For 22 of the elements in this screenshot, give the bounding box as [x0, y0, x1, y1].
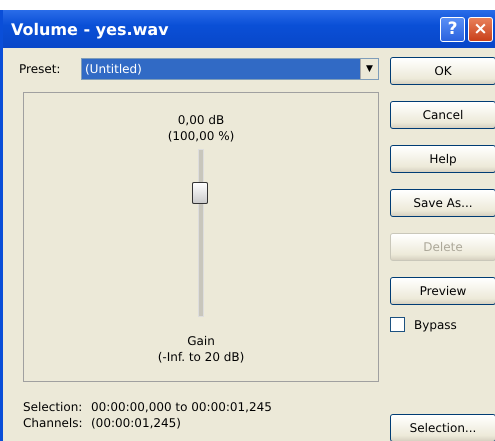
- status-value: (00:00:01,245): [91, 415, 181, 431]
- window-title: Volume - yes.wav: [11, 20, 170, 38]
- preset-label: Preset:: [19, 62, 62, 76]
- bypass-label: Bypass: [414, 318, 457, 332]
- dialog-button[interactable]: Save As...: [390, 189, 495, 217]
- bypass-checkbox[interactable]: [390, 317, 405, 332]
- selection-button[interactable]: Selection...: [390, 414, 495, 441]
- status-label: Selection:: [23, 399, 84, 415]
- gain-range: (-Inf. to 20 dB): [158, 349, 244, 365]
- gain-value: 0,00 dB: [178, 112, 224, 128]
- status-value: 00:00:00,000 to 00:00:01,245: [91, 399, 272, 415]
- close-button[interactable]: ×: [468, 16, 493, 42]
- help-button[interactable]: ?: [440, 16, 465, 42]
- gain-label: Gain: [187, 333, 215, 349]
- preset-dropdown[interactable]: (Untitled) ▼: [81, 58, 379, 80]
- dialog-button[interactable]: Help: [390, 145, 495, 173]
- dialog-button[interactable]: Cancel: [390, 101, 495, 129]
- status-label: Channels:: [23, 415, 84, 431]
- dialog-button[interactable]: OK: [390, 57, 495, 85]
- gain-percent: (100,00 %): [168, 128, 234, 144]
- dialog-button[interactable]: Preview: [390, 277, 495, 305]
- slider-thumb[interactable]: [192, 182, 208, 204]
